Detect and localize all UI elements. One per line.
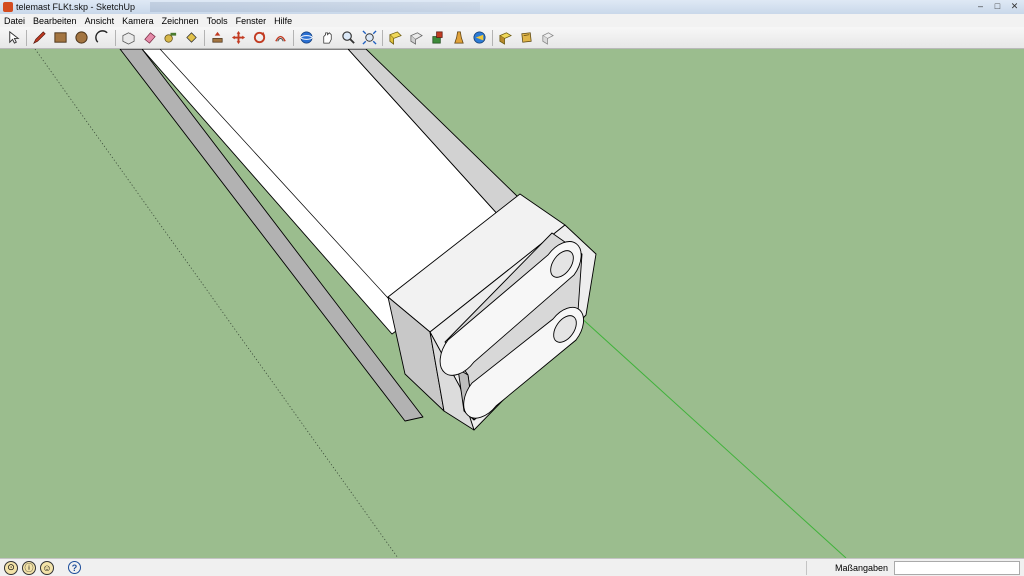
rotate-icon[interactable] bbox=[250, 28, 269, 47]
eraser-icon[interactable] bbox=[140, 28, 159, 47]
minimize-button[interactable]: – bbox=[975, 1, 986, 12]
extension-warehouse-icon[interactable] bbox=[470, 28, 489, 47]
send-layout-icon[interactable] bbox=[538, 28, 557, 47]
get-components-icon[interactable] bbox=[428, 28, 447, 47]
credits-icon[interactable]: ⓘ bbox=[22, 560, 36, 575]
background-taskbar-blur bbox=[150, 2, 480, 12]
measurements-label: Maßangaben bbox=[806, 561, 892, 575]
geo-location-icon[interactable]: ⊙ bbox=[4, 560, 18, 575]
measurements-input[interactable] bbox=[894, 561, 1020, 575]
menu-zeichnen[interactable]: Zeichnen bbox=[162, 16, 199, 26]
get-models-icon[interactable] bbox=[386, 28, 405, 47]
select-icon[interactable] bbox=[4, 28, 23, 47]
close-button[interactable]: ✕ bbox=[1009, 1, 1020, 12]
pan-icon[interactable] bbox=[318, 28, 337, 47]
toolbar-separator bbox=[293, 29, 294, 46]
menu-hilfe[interactable]: Hilfe bbox=[274, 16, 292, 26]
style-builder-icon[interactable] bbox=[517, 28, 536, 47]
share-component-icon[interactable] bbox=[449, 28, 468, 47]
main-toolbar bbox=[0, 27, 1024, 49]
offset-icon[interactable] bbox=[271, 28, 290, 47]
toolbar-separator bbox=[115, 29, 116, 46]
menu-kamera[interactable]: Kamera bbox=[122, 16, 154, 26]
zoom-icon[interactable] bbox=[339, 28, 358, 47]
menu-bar: Datei Bearbeiten Ansicht Kamera Zeichnen… bbox=[0, 14, 1024, 27]
maximize-button[interactable]: □ bbox=[992, 1, 1003, 12]
zoom-extents-icon[interactable] bbox=[360, 28, 379, 47]
toolbar-separator bbox=[492, 29, 493, 46]
push-pull-icon[interactable] bbox=[208, 28, 227, 47]
drawing-viewport[interactable] bbox=[0, 49, 1024, 558]
menu-tools[interactable]: Tools bbox=[207, 16, 228, 26]
toolbar-separator bbox=[204, 29, 205, 46]
menu-datei[interactable]: Datei bbox=[4, 16, 25, 26]
window-controls: – □ ✕ bbox=[975, 1, 1020, 12]
circle-icon[interactable] bbox=[72, 28, 91, 47]
arc-icon[interactable] bbox=[93, 28, 112, 47]
paint-bucket-icon[interactable] bbox=[182, 28, 201, 47]
model-canvas[interactable] bbox=[0, 49, 1024, 558]
layout-icon[interactable] bbox=[496, 28, 515, 47]
menu-ansicht[interactable]: Ansicht bbox=[85, 16, 115, 26]
help-icon[interactable]: ? bbox=[68, 561, 81, 574]
toolbar-separator bbox=[26, 29, 27, 46]
toolbar-separator bbox=[382, 29, 383, 46]
sketchup-app-icon bbox=[3, 2, 13, 12]
menu-fenster[interactable]: Fenster bbox=[236, 16, 267, 26]
pencil-icon[interactable] bbox=[30, 28, 49, 47]
status-bar: ⊙ ⓘ ☺ ? Maßangaben bbox=[0, 558, 1024, 576]
user-icon[interactable]: ☺ bbox=[40, 560, 54, 575]
move-icon[interactable] bbox=[229, 28, 248, 47]
title-bar: telemast FLKt.skp - SketchUp – □ ✕ bbox=[0, 0, 1024, 14]
make-component-icon[interactable] bbox=[119, 28, 138, 47]
share-model-icon[interactable] bbox=[407, 28, 426, 47]
orbit-icon[interactable] bbox=[297, 28, 316, 47]
menu-bearbeiten[interactable]: Bearbeiten bbox=[33, 16, 77, 26]
tape-measure-icon[interactable] bbox=[161, 28, 180, 47]
window-title: telemast FLKt.skp - SketchUp bbox=[16, 2, 136, 12]
rectangle-icon[interactable] bbox=[51, 28, 70, 47]
